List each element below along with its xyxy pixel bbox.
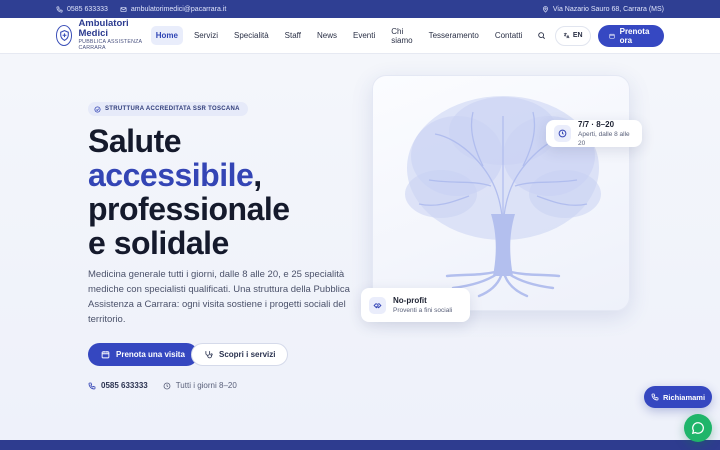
hero-description: Medicina generale tutti i giorni, dalle … — [88, 269, 350, 325]
book-now-label: Prenota ora — [619, 26, 650, 45]
next-section-strip — [0, 440, 720, 450]
brand-name: Ambulatori Medici — [78, 18, 129, 40]
search-icon — [537, 32, 545, 40]
calendar-icon — [101, 351, 110, 359]
chat-bubble-icon — [691, 422, 704, 435]
chat-button[interactable] — [684, 414, 712, 442]
nav-contatti[interactable]: Contatti — [490, 26, 528, 45]
topbar-phone-text: 0585 633333 — [67, 5, 108, 13]
headline-line-1: Salute — [88, 123, 182, 159]
headline-accent: accessibile — [88, 157, 254, 193]
handshake-icon — [369, 296, 386, 314]
brand-emblem-icon — [56, 25, 73, 46]
nonprofit-card: No-profit Proventi a fini sociali — [361, 288, 470, 322]
headline-comma: , — [253, 157, 262, 193]
hero-headline: Salute accessibile, professionale e soli… — [88, 124, 290, 260]
nav-home[interactable]: Home — [150, 26, 183, 45]
check-circle-icon — [94, 105, 101, 113]
tree-of-life-illustration — [405, 96, 601, 298]
accreditation-badge-text: STRUTTURA ACCREDITATA SSR TOSCANA — [105, 106, 240, 112]
book-visit-label: Prenota una visita — [116, 350, 185, 359]
nonprofit-title: No-profit — [393, 295, 427, 305]
tree-illustration-card — [372, 75, 630, 311]
language-label: EN — [572, 32, 583, 39]
opening-hours-title: 7/7 · 8–20 — [578, 119, 615, 129]
discover-services-button[interactable]: Scopri i servizi — [191, 343, 289, 366]
phone-icon — [88, 382, 96, 389]
clock-icon — [554, 125, 571, 142]
callback-label: Richiamami — [662, 392, 706, 402]
phone-icon — [56, 6, 63, 12]
language-switch-button[interactable]: EN — [554, 25, 591, 46]
search-button[interactable] — [533, 26, 548, 46]
brand-logo[interactable]: Ambulatori Medici PUBBLICA ASSISTENZA CA… — [56, 19, 149, 52]
brand-tagline: PUBBLICA ASSISTENZA CARRARA — [78, 39, 142, 52]
topbar-phone[interactable]: 0585 633333 — [56, 6, 108, 13]
nav-specialita[interactable]: Specialità — [229, 26, 274, 45]
opening-hours-card: 7/7 · 8–20 Aperti, dalle 8 alle 20 — [546, 120, 642, 147]
callback-request-button[interactable]: Richiamami — [644, 386, 712, 408]
discover-services-label: Scopri i servizi — [219, 350, 276, 359]
mail-icon — [120, 6, 127, 12]
topbar-email[interactable]: ambulatorimedici@pacarrara.it — [120, 6, 226, 13]
map-pin-icon — [542, 5, 548, 13]
hero-contact-row: 0585 633333 Tutti i giorni 8–20 — [88, 381, 237, 390]
phone-icon — [651, 393, 659, 401]
nav-news[interactable]: News — [312, 26, 342, 45]
accreditation-badge: STRUTTURA ACCREDITATA SSR TOSCANA — [88, 102, 248, 116]
topbar-email-text: ambulatorimedici@pacarrara.it — [130, 5, 227, 13]
opening-hours-subtitle: Aperti, dalle 8 alle 20 — [578, 130, 630, 147]
main-nav: Home Servizi Specialità Staff News Event… — [150, 22, 534, 50]
headline-line-4: e solidale — [88, 225, 229, 261]
book-now-button[interactable]: Prenota ora — [597, 24, 664, 47]
headline-line-3: professionale — [88, 191, 290, 227]
topbar-address-text: Via Nazario Sauro 68, Carrara (MS) — [552, 5, 664, 13]
nav-servizi[interactable]: Servizi — [189, 26, 223, 45]
calendar-icon — [609, 33, 615, 39]
nav-eventi[interactable]: Eventi — [348, 26, 380, 45]
nav-staff[interactable]: Staff — [280, 26, 306, 45]
translate-icon — [563, 32, 570, 39]
nav-tesseramento[interactable]: Tesseramento — [424, 26, 484, 45]
clock-icon — [163, 382, 171, 389]
book-visit-button[interactable]: Prenota una visita — [88, 343, 198, 366]
nav-chi-siamo[interactable]: Chi siamo — [386, 22, 417, 50]
hero-phone-link[interactable]: 0585 633333 — [101, 381, 148, 390]
stethoscope-icon — [205, 351, 213, 359]
top-contact-bar: 0585 633333 ambulatorimedici@pacarrara.i… — [0, 0, 720, 18]
main-header: Ambulatori Medici PUBBLICA ASSISTENZA CA… — [0, 18, 720, 54]
hero-hours-text: Tutti i giorni 8–20 — [175, 381, 237, 390]
topbar-address[interactable]: Via Nazario Sauro 68, Carrara (MS) — [542, 6, 664, 13]
nonprofit-subtitle: Proventi a fini sociali — [393, 306, 453, 314]
